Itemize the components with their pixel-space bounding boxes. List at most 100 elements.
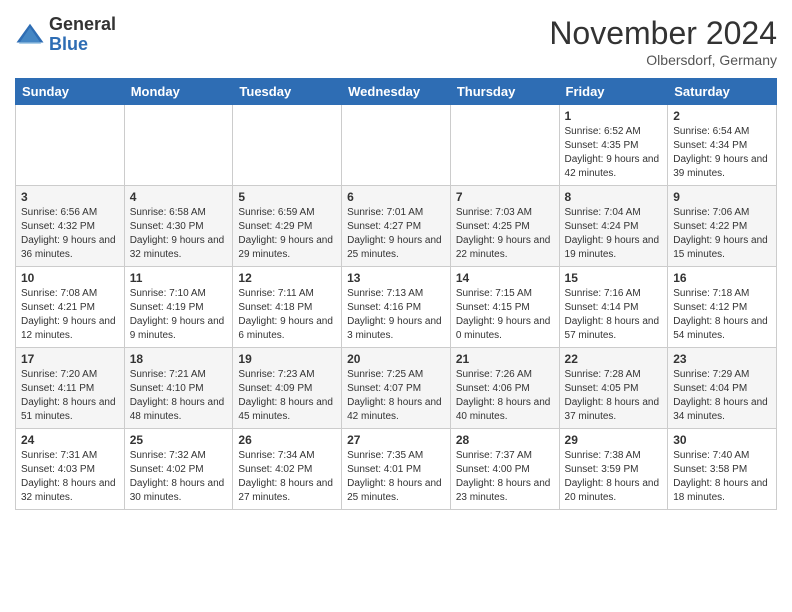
day-number: 15 [565,271,663,285]
day-info: Sunrise: 6:59 AM Sunset: 4:29 PM Dayligh… [238,206,336,262]
calendar-table: SundayMondayTuesdayWednesdayThursdayFrid… [15,78,777,510]
day-number: 2 [673,109,771,123]
month-title: November 2024 [549,15,777,52]
day-info: Sunrise: 7:01 AM Sunset: 4:27 PM Dayligh… [347,206,445,262]
day-info: Sunrise: 7:35 AM Sunset: 4:01 PM Dayligh… [347,449,445,505]
day-number: 25 [130,433,228,447]
day-number: 7 [456,190,554,204]
header: General Blue November 2024 Olbersdorf, G… [15,15,777,68]
calendar-cell: 15 Sunrise: 7:16 AM Sunset: 4:14 PM Dayli… [559,267,668,348]
calendar-cell: 21Sunrise: 7:26 AM Sunset: 4:06 PM Dayli… [450,348,559,429]
calendar-cell: 10 Sunrise: 7:08 AM Sunset: 4:21 PM Dayli… [16,267,125,348]
day-info: Sunrise: 7:18 AM Sunset: 4:12 PM Dayligh… [673,287,771,343]
calendar-week-row: 24 Sunrise: 7:31 AM Sunset: 4:03 PM Dayli… [16,429,777,510]
day-number: 4 [130,190,228,204]
calendar-cell: 28 Sunrise: 7:37 AM Sunset: 4:00 PM Dayli… [450,429,559,510]
logo-text: General Blue [49,15,116,55]
calendar-cell: 26 Sunrise: 7:34 AM Sunset: 4:02 PM Dayli… [233,429,342,510]
day-info: Sunrise: 6:54 AM Sunset: 4:34 PM Dayligh… [673,125,771,181]
day-info: Sunrise: 7:28 AM Sunset: 4:05 PM Dayligh… [565,368,663,424]
calendar-week-row: 1 Sunrise: 6:52 AM Sunset: 4:35 PM Daylig… [16,105,777,186]
calendar-cell: 1 Sunrise: 6:52 AM Sunset: 4:35 PM Daylig… [559,105,668,186]
day-info: Sunrise: 7:06 AM Sunset: 4:22 PM Dayligh… [673,206,771,262]
day-number: 6 [347,190,445,204]
day-info: Sunrise: 7:37 AM Sunset: 4:00 PM Dayligh… [456,449,554,505]
calendar-cell: 23Sunrise: 7:29 AM Sunset: 4:04 PM Dayli… [668,348,777,429]
column-header-tuesday: Tuesday [233,79,342,105]
calendar-cell: 11 Sunrise: 7:10 AM Sunset: 4:19 PM Dayli… [124,267,233,348]
calendar-week-row: 10 Sunrise: 7:08 AM Sunset: 4:21 PM Dayli… [16,267,777,348]
calendar-cell: 22 Sunrise: 7:28 AM Sunset: 4:05 PM Dayli… [559,348,668,429]
calendar-cell [342,105,451,186]
day-info: Sunrise: 7:16 AM Sunset: 4:14 PM Dayligh… [565,287,663,343]
calendar-cell [124,105,233,186]
day-info: Sunrise: 7:21 AM Sunset: 4:10 PM Dayligh… [130,368,228,424]
day-info: Sunrise: 6:56 AM Sunset: 4:32 PM Dayligh… [21,206,119,262]
day-info: Sunrise: 7:11 AM Sunset: 4:18 PM Dayligh… [238,287,336,343]
day-number: 14 [456,271,554,285]
calendar-cell: 13Sunrise: 7:13 AM Sunset: 4:16 PM Dayli… [342,267,451,348]
calendar-cell: 27 Sunrise: 7:35 AM Sunset: 4:01 PM Dayli… [342,429,451,510]
calendar-cell: 2 Sunrise: 6:54 AM Sunset: 4:34 PM Daylig… [668,105,777,186]
day-info: Sunrise: 7:34 AM Sunset: 4:02 PM Dayligh… [238,449,336,505]
calendar-cell: 7 Sunrise: 7:03 AM Sunset: 4:25 PM Daylig… [450,186,559,267]
day-number: 29 [565,433,663,447]
location-subtitle: Olbersdorf, Germany [549,52,777,68]
day-number: 12 [238,271,336,285]
column-header-sunday: Sunday [16,79,125,105]
calendar-cell: 5 Sunrise: 6:59 AM Sunset: 4:29 PM Daylig… [233,186,342,267]
day-number: 22 [565,352,663,366]
calendar-cell [450,105,559,186]
calendar-cell: 6 Sunrise: 7:01 AM Sunset: 4:27 PM Daylig… [342,186,451,267]
calendar-cell: 30 Sunrise: 7:40 AM Sunset: 3:58 PM Dayli… [668,429,777,510]
logo-blue-text: Blue [49,34,88,54]
day-number: 5 [238,190,336,204]
day-info: Sunrise: 7:31 AM Sunset: 4:03 PM Dayligh… [21,449,119,505]
calendar-cell: 24 Sunrise: 7:31 AM Sunset: 4:03 PM Dayli… [16,429,125,510]
day-info: Sunrise: 7:10 AM Sunset: 4:19 PM Dayligh… [130,287,228,343]
calendar-cell: 3Sunrise: 6:56 AM Sunset: 4:32 PM Daylig… [16,186,125,267]
calendar-week-row: 17Sunrise: 7:20 AM Sunset: 4:11 PM Dayli… [16,348,777,429]
day-number: 11 [130,271,228,285]
calendar-cell: 12 Sunrise: 7:11 AM Sunset: 4:18 PM Dayli… [233,267,342,348]
day-number: 1 [565,109,663,123]
day-info: Sunrise: 6:52 AM Sunset: 4:35 PM Dayligh… [565,125,663,181]
day-info: Sunrise: 7:40 AM Sunset: 3:58 PM Dayligh… [673,449,771,505]
column-header-monday: Monday [124,79,233,105]
day-info: Sunrise: 7:03 AM Sunset: 4:25 PM Dayligh… [456,206,554,262]
day-info: Sunrise: 7:20 AM Sunset: 4:11 PM Dayligh… [21,368,119,424]
day-number: 21 [456,352,554,366]
calendar-cell: 9Sunrise: 7:06 AM Sunset: 4:22 PM Daylig… [668,186,777,267]
calendar-cell: 25Sunrise: 7:32 AM Sunset: 4:02 PM Dayli… [124,429,233,510]
day-info: Sunrise: 6:58 AM Sunset: 4:30 PM Dayligh… [130,206,228,262]
day-number: 24 [21,433,119,447]
calendar-header-row: SundayMondayTuesdayWednesdayThursdayFrid… [16,79,777,105]
column-header-friday: Friday [559,79,668,105]
calendar-cell [233,105,342,186]
day-number: 8 [565,190,663,204]
day-number: 20 [347,352,445,366]
calendar-cell: 20 Sunrise: 7:25 AM Sunset: 4:07 PM Dayli… [342,348,451,429]
logo-general-text: General [49,14,116,34]
column-header-saturday: Saturday [668,79,777,105]
calendar-cell: 4 Sunrise: 6:58 AM Sunset: 4:30 PM Daylig… [124,186,233,267]
day-number: 27 [347,433,445,447]
day-number: 10 [21,271,119,285]
day-number: 28 [456,433,554,447]
day-info: Sunrise: 7:29 AM Sunset: 4:04 PM Dayligh… [673,368,771,424]
day-info: Sunrise: 7:25 AM Sunset: 4:07 PM Dayligh… [347,368,445,424]
calendar-week-row: 3Sunrise: 6:56 AM Sunset: 4:32 PM Daylig… [16,186,777,267]
calendar-cell: 16Sunrise: 7:18 AM Sunset: 4:12 PM Dayli… [668,267,777,348]
day-number: 26 [238,433,336,447]
day-number: 30 [673,433,771,447]
day-info: Sunrise: 7:23 AM Sunset: 4:09 PM Dayligh… [238,368,336,424]
logo: General Blue [15,15,116,55]
column-header-wednesday: Wednesday [342,79,451,105]
day-info: Sunrise: 7:15 AM Sunset: 4:15 PM Dayligh… [456,287,554,343]
calendar-cell: 18 Sunrise: 7:21 AM Sunset: 4:10 PM Dayli… [124,348,233,429]
day-info: Sunrise: 7:13 AM Sunset: 4:16 PM Dayligh… [347,287,445,343]
calendar-cell: 17Sunrise: 7:20 AM Sunset: 4:11 PM Dayli… [16,348,125,429]
day-info: Sunrise: 7:08 AM Sunset: 4:21 PM Dayligh… [21,287,119,343]
day-number: 18 [130,352,228,366]
day-info: Sunrise: 7:38 AM Sunset: 3:59 PM Dayligh… [565,449,663,505]
